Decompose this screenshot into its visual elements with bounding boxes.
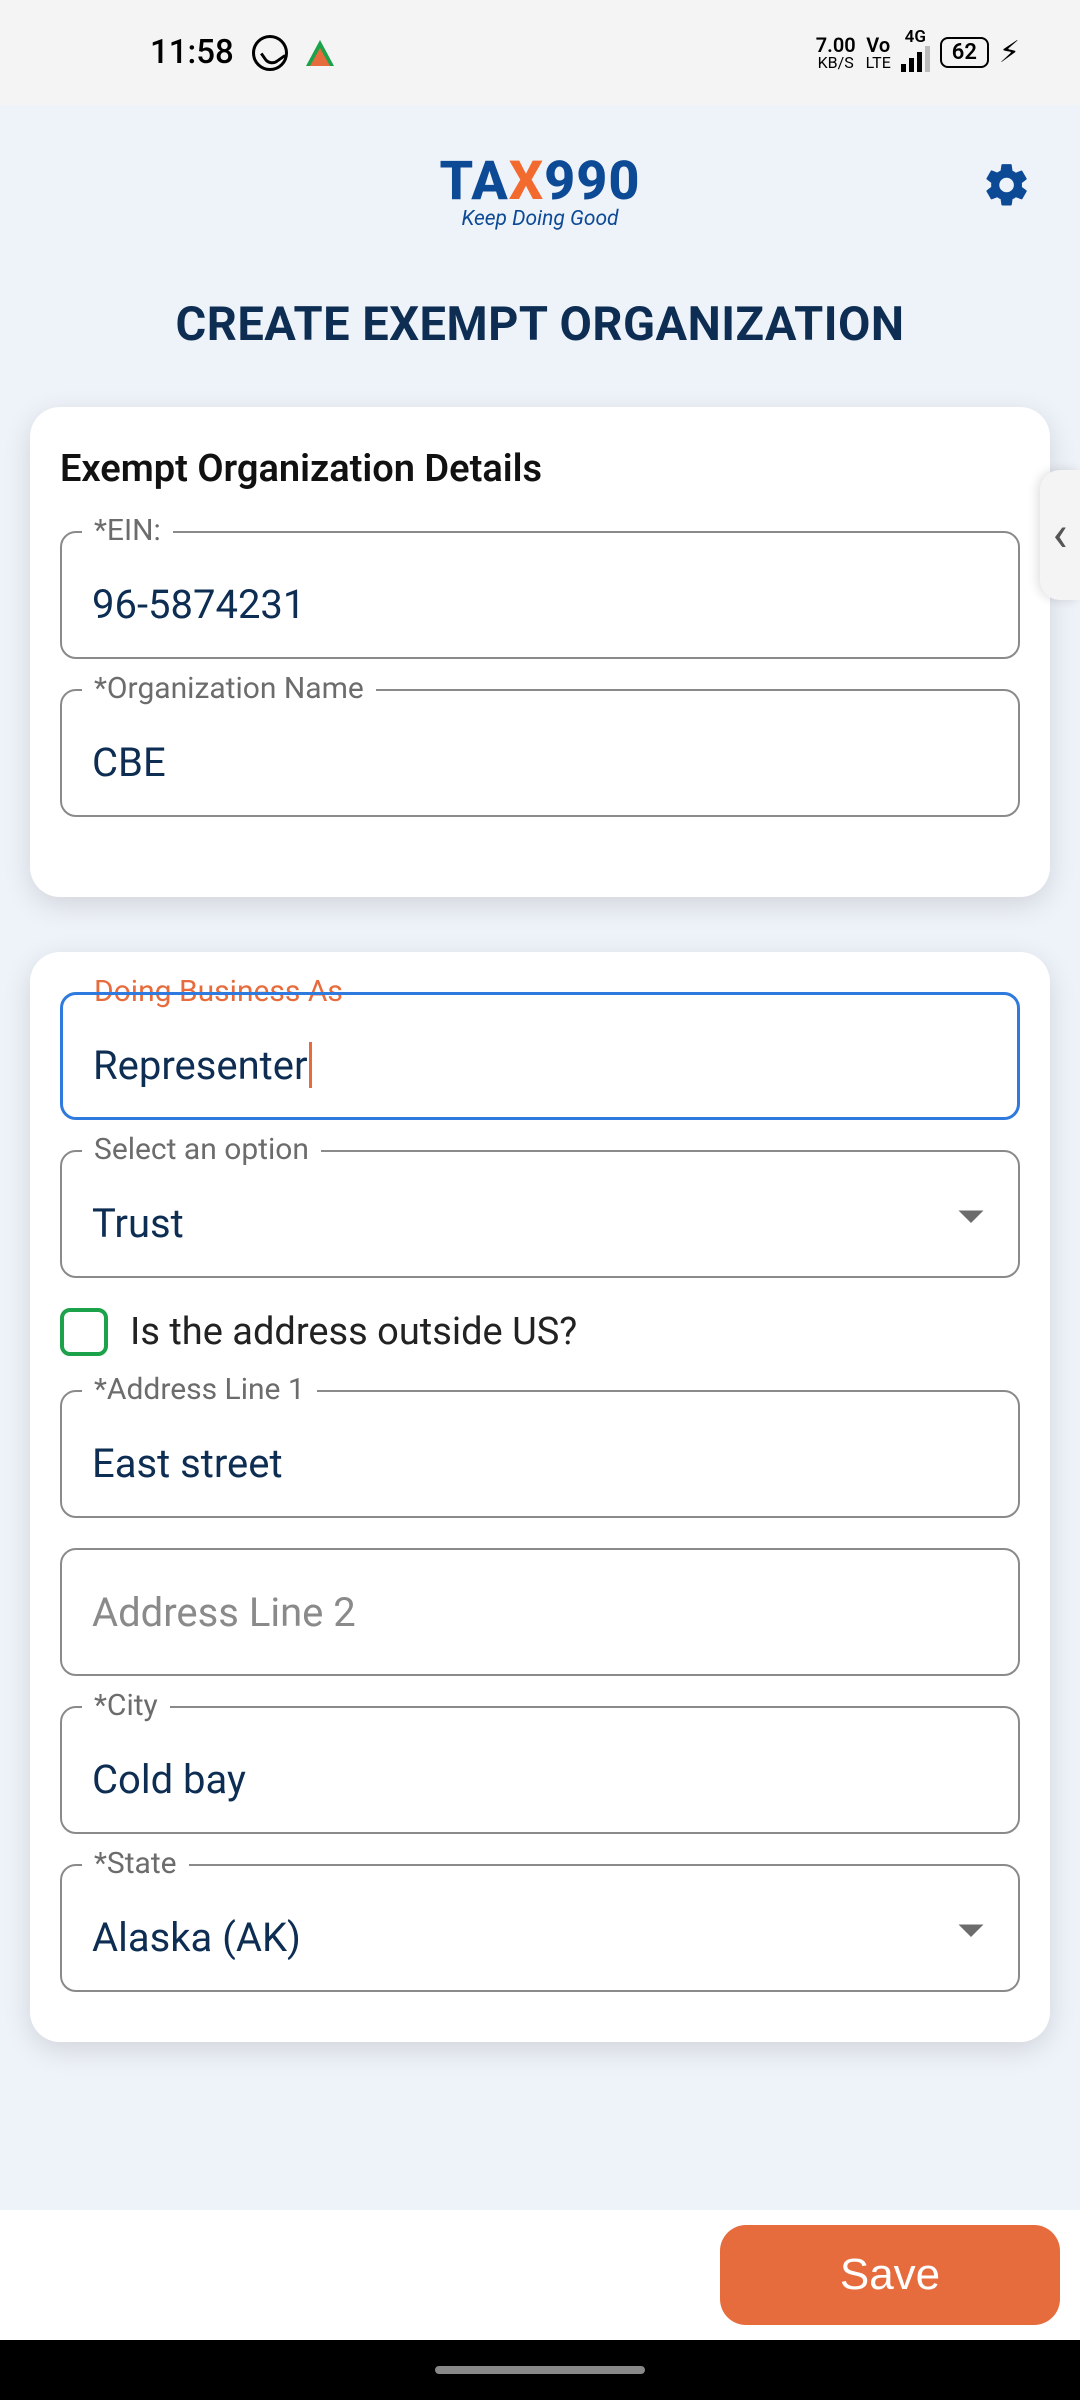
status-time: 11:58 — [150, 33, 234, 72]
signal-bars-icon — [901, 46, 930, 72]
text-caret — [309, 1042, 312, 1088]
status-left: 11:58 — [150, 33, 334, 72]
address1-label: *Address Line 1 — [82, 1372, 317, 1407]
exempt-org-details-card: Exempt Organization Details *EIN: 96-587… — [30, 407, 1050, 897]
gear-icon — [982, 160, 1032, 210]
save-button[interactable]: Save — [720, 2225, 1060, 2325]
city-field[interactable]: *City Cold bay — [60, 1706, 1020, 1834]
app-notification-icon — [306, 40, 334, 66]
org-type-select[interactable]: Trust — [60, 1150, 1020, 1278]
outside-us-row[interactable]: Is the address outside US? — [60, 1308, 1020, 1356]
city-label: *City — [82, 1688, 170, 1723]
city-input[interactable]: Cold bay — [60, 1706, 1020, 1834]
app-logo: TAX990 Keep Doing Good — [439, 150, 640, 231]
home-indicator[interactable] — [435, 2366, 645, 2374]
page-title: CREATE EXEMPT ORGANIZATION — [0, 275, 1080, 407]
org-type-label: Select an option — [82, 1132, 321, 1167]
outside-us-label: Is the address outside US? — [130, 1310, 577, 1354]
org-name-field[interactable]: *Organization Name CBE — [60, 689, 1020, 817]
volte-indicator: Vo LTE — [866, 35, 891, 71]
status-right: 7.00 KB/S Vo LTE 4G 62 ⚡︎ — [816, 29, 1020, 76]
charging-icon: ⚡︎ — [999, 35, 1020, 70]
org-name-input[interactable]: CBE — [60, 689, 1020, 817]
chevron-down-icon — [956, 1208, 986, 1232]
battery-indicator: 62 — [940, 37, 989, 68]
side-drawer-handle[interactable]: ‹ — [1040, 470, 1080, 600]
address1-field[interactable]: *Address Line 1 East street — [60, 1390, 1020, 1518]
app-tagline: Keep Doing Good — [439, 207, 640, 231]
whatsapp-icon — [252, 35, 288, 71]
address-card: Doing Business As Representer Select an … — [30, 952, 1050, 2042]
ein-input[interactable]: 96-5874231 — [60, 531, 1020, 659]
system-nav-bar — [0, 2340, 1080, 2400]
address2-input[interactable]: Address Line 2 — [60, 1548, 1020, 1676]
dba-field[interactable]: Doing Business As Representer — [60, 992, 1020, 1120]
network-type: 4G — [901, 29, 930, 76]
app-header: TAX990 Keep Doing Good — [0, 105, 1080, 275]
outside-us-checkbox[interactable] — [60, 1308, 108, 1356]
network-speed: 7.00 KB/S — [816, 35, 856, 71]
address1-input[interactable]: East street — [60, 1390, 1020, 1518]
settings-button[interactable] — [982, 160, 1032, 214]
state-label: *State — [82, 1846, 189, 1881]
state-select[interactable]: Alaska (AK) — [60, 1864, 1020, 1992]
bottom-action-bar: Save — [0, 2210, 1080, 2340]
org-type-select-field[interactable]: Select an option Trust — [60, 1150, 1020, 1278]
ein-label: *EIN: — [82, 513, 173, 548]
chevron-down-icon — [956, 1922, 986, 1946]
dba-input[interactable]: Representer — [93, 1042, 308, 1089]
status-bar: 11:58 7.00 KB/S Vo LTE 4G 62 ⚡︎ — [0, 0, 1080, 105]
chevron-left-icon: ‹ — [1052, 506, 1067, 564]
address2-field[interactable]: Address Line 2 — [60, 1548, 1020, 1676]
state-select-field[interactable]: *State Alaska (AK) — [60, 1864, 1020, 1992]
card-title: Exempt Organization Details — [60, 447, 1020, 491]
form-content: Exempt Organization Details *EIN: 96-587… — [0, 407, 1080, 2257]
ein-field[interactable]: *EIN: 96-5874231 — [60, 531, 1020, 659]
org-name-label: *Organization Name — [82, 671, 376, 706]
